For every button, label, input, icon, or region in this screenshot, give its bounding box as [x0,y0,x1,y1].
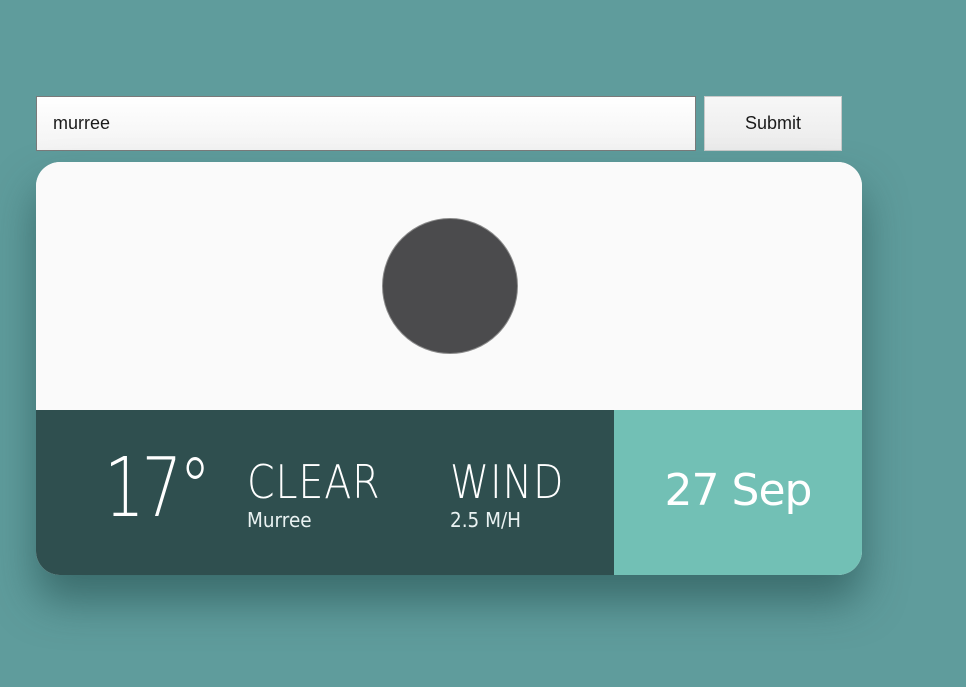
wind-label: WIND [450,455,565,509]
weather-condition-icon [382,218,518,354]
temperature-value: 17° [104,441,211,536]
search-bar: Submit [36,96,842,151]
weather-condition: CLEAR [247,455,381,509]
location-name: Murree [247,508,312,532]
weather-card: 17° CLEAR Murree WIND 2.5 M/H 27 Sep [36,162,862,575]
weather-info-bar: 17° CLEAR Murree WIND 2.5 M/H [36,410,614,575]
date-value: 27 Sep [664,465,813,516]
submit-button[interactable]: Submit [704,96,842,151]
date-panel: 27 Sep [614,410,862,575]
wind-speed: 2.5 M/H [450,508,522,532]
weather-icon-area [36,162,862,410]
city-search-input[interactable] [36,96,696,151]
